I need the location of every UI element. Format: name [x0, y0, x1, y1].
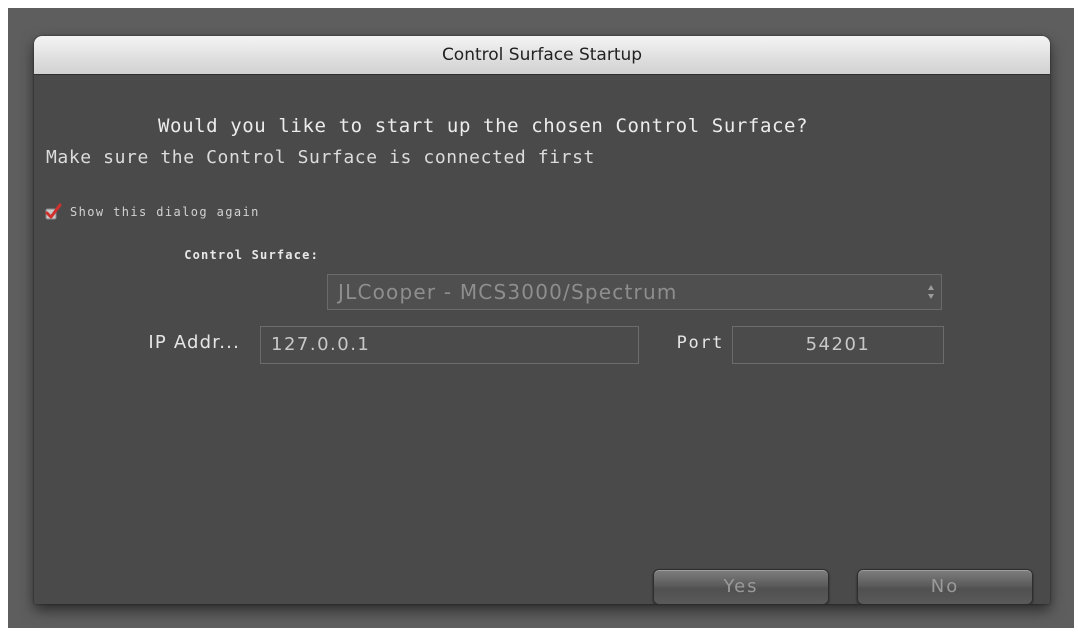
checkmark-icon[interactable]	[44, 203, 62, 221]
port-label: Port	[676, 333, 724, 353]
ip-address-label: IP Addr...	[148, 332, 240, 353]
control-surface-label: Control Surface:	[184, 248, 319, 262]
connection-hint: Make sure the Control Surface is connect…	[46, 147, 595, 168]
show-again-checkbox[interactable]: Show this dialog again	[44, 202, 260, 222]
up-down-arrows-icon	[928, 285, 934, 299]
no-button[interactable]: No	[857, 569, 1033, 604]
dialog-content: Would you like to start up the chosen Co…	[34, 75, 1050, 604]
dialog-title: Control Surface Startup	[441, 45, 643, 65]
show-again-label: Show this dialog again	[70, 205, 260, 219]
dialog-titlebar: Control Surface Startup	[34, 36, 1050, 75]
control-surface-select[interactable]: JLCooper - MCS3000/Spectrum	[327, 274, 942, 310]
port-field[interactable]: 54201	[732, 326, 944, 364]
ip-address-field[interactable]: 127.0.0.1	[260, 326, 639, 364]
startup-dialog: Control Surface Startup Would you like t…	[34, 36, 1050, 604]
yes-button[interactable]: Yes	[653, 569, 829, 604]
control-surface-value: JLCooper - MCS3000/Spectrum	[338, 280, 678, 304]
startup-question: Would you like to start up the chosen Co…	[158, 115, 809, 137]
